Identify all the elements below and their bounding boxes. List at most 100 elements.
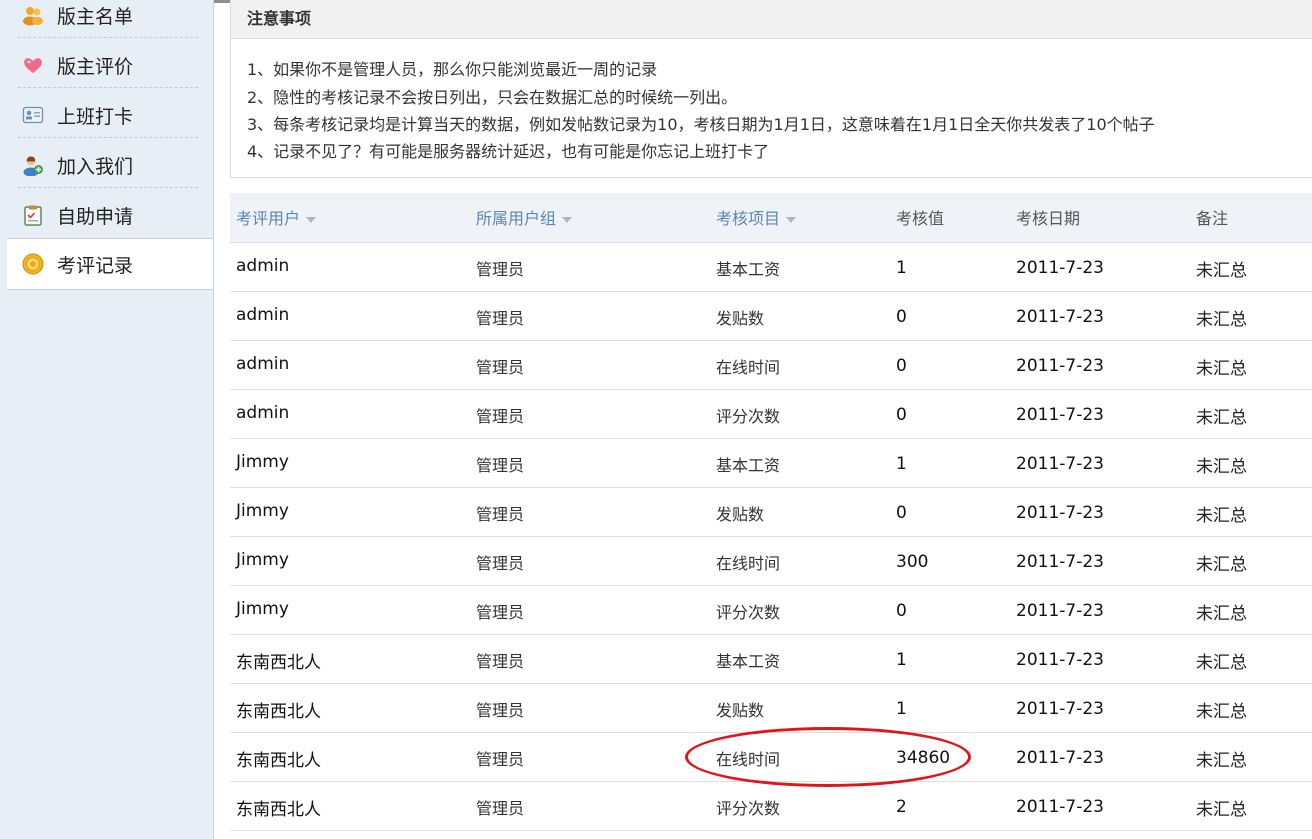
cell-group: 管理员: [476, 505, 525, 524]
cell-user: admin: [236, 354, 290, 374]
cell-item: 发贴数: [716, 309, 765, 328]
cell-date: 2011-7-23: [1016, 748, 1104, 768]
cell-date: 2011-7-23: [1016, 699, 1104, 719]
sidebar-item-self-apply[interactable]: 自助申请: [7, 190, 212, 240]
sidebar-item-clock-in[interactable]: 上班打卡: [7, 90, 212, 140]
divider: [18, 37, 198, 38]
cell-value: 1: [896, 650, 907, 670]
clipboard-icon: [22, 204, 44, 226]
sidebar-item-join-us[interactable]: 加入我们: [7, 140, 212, 190]
cell-group: 管理员: [476, 652, 525, 671]
sidebar-item-moderator-list[interactable]: 版主名单: [7, 0, 212, 40]
cell-remark: 未汇总: [1196, 359, 1247, 379]
cell-date: 2011-7-23: [1016, 356, 1104, 376]
cell-value: 1: [896, 699, 907, 719]
cell-date: 2011-7-23: [1016, 454, 1104, 474]
cell-group: 管理员: [476, 799, 525, 818]
table-row: admin 管理员 基本工资 1 2011-7-23 未汇总: [230, 243, 1312, 292]
sidebar-item-label: 上班打卡: [57, 106, 134, 128]
cell-remark: 未汇总: [1196, 653, 1247, 673]
cell-user: Jimmy: [236, 599, 289, 619]
cell-value: 0: [896, 307, 907, 327]
cell-group: 管理员: [476, 358, 525, 377]
cell-value: 1: [896, 454, 907, 474]
column-header-remark: 备注: [1196, 209, 1229, 228]
column-header-user[interactable]: 考评用户: [236, 205, 317, 229]
cell-remark: 未汇总: [1196, 408, 1247, 428]
sidebar-item-label: 版主名单: [57, 6, 134, 28]
cell-user: 东南西北人: [236, 800, 321, 820]
sidebar-item-label: 版主评价: [57, 56, 134, 78]
cell-remark: 未汇总: [1196, 261, 1247, 281]
cell-group: 管理员: [476, 407, 525, 426]
notice-body: 1、如果你不是管理人员，那么你只能浏览最近一周的记录 2、隐性的考核记录不会按日…: [230, 39, 1312, 178]
cell-user: 东南西北人: [236, 702, 321, 722]
cell-date: 2011-7-23: [1016, 405, 1104, 425]
sort-caret-icon: [562, 216, 573, 223]
add-user-icon: [22, 154, 44, 177]
cell-value: 2: [896, 797, 907, 817]
divider: [18, 137, 198, 138]
cell-value: 1: [896, 258, 907, 278]
cell-user: Jimmy: [236, 501, 289, 521]
cell-item: 基本工资: [716, 456, 781, 475]
cell-remark: 未汇总: [1196, 604, 1247, 624]
cell-date: 2011-7-23: [1016, 797, 1104, 817]
cell-user: 东南西北人: [236, 653, 321, 673]
cell-remark: 未汇总: [1196, 457, 1247, 477]
notice-line: 3、每条考核记录均是计算当天的数据，例如发帖数记录为10，考核日期为1月1日，这…: [247, 115, 1155, 134]
cell-remark: 未汇总: [1196, 555, 1247, 575]
id-card-icon: [22, 104, 44, 126]
cell-group: 管理员: [476, 456, 525, 475]
cell-group: 管理员: [476, 701, 525, 720]
column-header-label: 考核项目: [716, 209, 781, 228]
cell-user: 东南西北人: [236, 751, 321, 771]
table-row: 东南西北人 管理员 发贴数 1 2011-7-23 未汇总: [230, 684, 1312, 733]
notice-title: 注意事项: [247, 9, 312, 28]
cell-value: 0: [896, 503, 907, 523]
cell-item: 评分次数: [716, 407, 781, 426]
cell-item: 发贴数: [716, 701, 765, 720]
cell-value: 0: [896, 356, 907, 376]
table-row: Jimmy 管理员 评分次数 0 2011-7-23 未汇总: [230, 586, 1312, 635]
sidebar-item-label: 考评记录: [57, 255, 134, 277]
divider: [18, 187, 198, 188]
cell-group: 管理员: [476, 750, 525, 769]
column-header-group[interactable]: 所属用户组: [476, 205, 573, 229]
cell-item: 在线时间: [716, 554, 781, 573]
cell-remark: 未汇总: [1196, 506, 1247, 526]
column-header-label: 所属用户组: [476, 209, 557, 228]
column-header-value: 考核值: [896, 209, 945, 228]
table-row: admin 管理员 发贴数 0 2011-7-23 未汇总: [230, 292, 1312, 341]
sort-caret-icon: [306, 216, 317, 223]
users-icon: [22, 4, 44, 26]
cell-item: 评分次数: [716, 603, 781, 622]
cell-item: 在线时间: [716, 358, 781, 377]
notice-line: 4、记录不见了？有可能是服务器统计延迟，也有可能是你忘记上班打卡了: [247, 142, 770, 161]
column-header-label: 考评用户: [236, 209, 301, 228]
sidebar-item-label: 自助申请: [57, 206, 134, 228]
cell-value: 0: [896, 601, 907, 621]
cell-group: 管理员: [476, 554, 525, 573]
sort-caret-icon: [786, 216, 797, 223]
table-row: admin 管理员 在线时间 0 2011-7-23 未汇总: [230, 341, 1312, 390]
cell-date: 2011-7-23: [1016, 552, 1104, 572]
cell-item: 基本工资: [716, 652, 781, 671]
cell-date: 2011-7-23: [1016, 307, 1104, 327]
table-row: admin 管理员 评分次数 0 2011-7-23 未汇总: [230, 390, 1312, 439]
sidebar-item-moderator-rating[interactable]: 版主评价: [7, 40, 212, 90]
table-header: 考评用户 所属用户组 考核项目 考核值 考核日期 备注: [230, 193, 1312, 243]
notice-header: 注意事项: [230, 0, 1312, 39]
cell-remark: 未汇总: [1196, 702, 1247, 722]
heart-icon: [22, 54, 44, 76]
cell-remark: 未汇总: [1196, 310, 1247, 330]
table-row: Jimmy 管理员 发贴数 0 2011-7-23 未汇总: [230, 488, 1312, 537]
sidebar: 版主名单 版主评价 上班打卡 加入我们 自助申请 考评记录: [0, 0, 214, 839]
cell-date: 2011-7-23: [1016, 503, 1104, 523]
highlight-circle: [685, 727, 971, 787]
sidebar-item-evaluation-record[interactable]: 考评记录: [7, 238, 213, 290]
cell-user: Jimmy: [236, 550, 289, 570]
cell-user: admin: [236, 256, 290, 276]
cell-item: 评分次数: [716, 799, 781, 818]
column-header-item[interactable]: 考核项目: [716, 205, 797, 229]
